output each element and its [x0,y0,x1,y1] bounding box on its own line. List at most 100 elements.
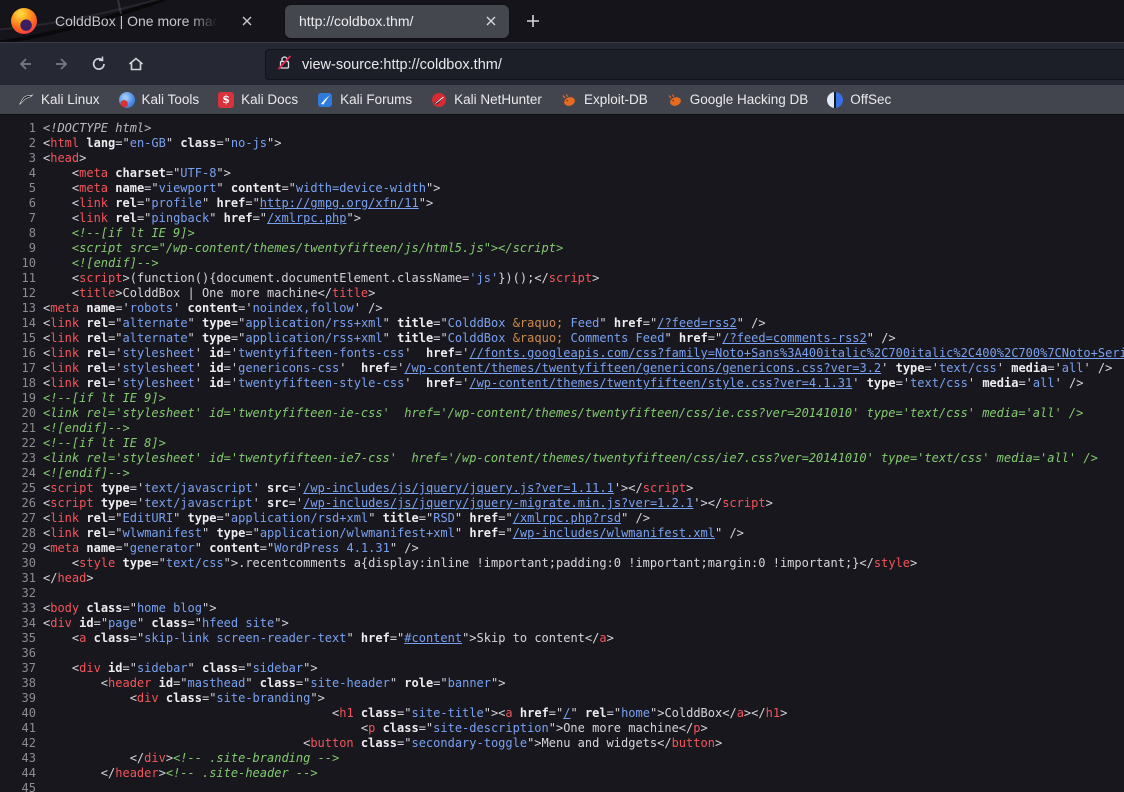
source-line: 40 <h1 class="site-title"><a href="/" re… [8,706,1124,721]
line-number: 12 [8,286,36,301]
line-number: 8 [8,226,36,241]
source-line: 9 <script src="/wp-content/themes/twenty… [8,241,1124,256]
source-link[interactable]: //fonts.googleapis.com/css?family=Noto+S… [469,346,1124,360]
bookmark-kali-forums[interactable]: Kali Forums [308,88,422,112]
kali-linux-icon [18,92,34,108]
bookmarks-toolbar: Kali Linux Kali Tools $ Kali Docs Kali F… [0,85,1124,115]
line-number: 35 [8,631,36,646]
line-number: 17 [8,361,36,376]
source-line: 24<![endif]--> [8,466,1124,481]
source-link[interactable]: /wp-includes/js/jquery/jquery-migrate.mi… [303,496,693,510]
source-line: 42 <button class="secondary-toggle">Menu… [8,736,1124,751]
home-button[interactable] [121,49,151,79]
url-input[interactable]: view-source:http://coldbox.thm/ [302,57,502,73]
bookmark-exploit-db[interactable]: Exploit-DB [552,88,658,112]
tab-bar: ColddBox | One more machine http://coldb… [0,0,1124,42]
source-line: 16<link rel='stylesheet' id='twentyfifte… [8,346,1124,361]
line-number: 29 [8,541,36,556]
line-number: 36 [8,646,36,661]
source-line: 20<link rel='stylesheet' id='twentyfifte… [8,406,1124,421]
bookmark-label: Kali Forums [340,92,412,107]
line-number: 3 [8,151,36,166]
line-number: 16 [8,346,36,361]
source-line: 6 <link rel="profile" href="http://gmpg.… [8,196,1124,211]
bookmark-kali-tools[interactable]: Kali Tools [110,88,210,112]
line-number: 4 [8,166,36,181]
line-number: 15 [8,331,36,346]
source-line: 30 <style type="text/css">.recentcomment… [8,556,1124,571]
source-line: 13<meta name='robots' content='noindex,f… [8,301,1124,316]
line-number: 5 [8,181,36,196]
line-number: 26 [8,496,36,511]
source-line: 19<!--[if lt IE 9]> [8,391,1124,406]
line-number: 30 [8,556,36,571]
close-tab-icon[interactable] [235,9,259,33]
source-line: 43 </div><!-- .site-branding --> [8,751,1124,766]
line-number: 34 [8,616,36,631]
line-number: 13 [8,301,36,316]
line-number: 14 [8,316,36,331]
line-number: 25 [8,481,36,496]
bookmark-kali-linux[interactable]: Kali Linux [9,88,110,112]
close-tab-icon[interactable] [479,9,503,33]
source-line: 26<script type='text/javascript' src='/w… [8,496,1124,511]
tab-coldbox-page[interactable]: ColddBox | One more machine [55,4,277,38]
kali-nethunter-icon [431,92,447,108]
source-link[interactable]: http://gmpg.org/xfn/11 [260,196,419,210]
insecure-lock-icon[interactable] [276,54,293,76]
new-tab-button[interactable] [521,9,545,33]
source-line: 12 <title>ColddBox | One more machine</t… [8,286,1124,301]
source-line: 28<link rel="wlwmanifest" type="applicat… [8,526,1124,541]
source-line: 38 <header id="masthead" class="site-hea… [8,676,1124,691]
line-number: 41 [8,721,36,736]
source-line: 8 <!--[if lt IE 9]> [8,226,1124,241]
source-line: 27<link rel="EditURI" type="application/… [8,511,1124,526]
source-line: 5 <meta name="viewport" content="width=d… [8,181,1124,196]
back-button[interactable] [10,49,40,79]
exploit-db-icon [561,92,577,108]
source-view[interactable]: 1<!DOCTYPE html>2<html lang="en-GB" clas… [0,115,1124,792]
bookmark-label: Exploit-DB [584,92,648,107]
line-number: 39 [8,691,36,706]
bookmark-google-hacking-db[interactable]: Google Hacking DB [658,88,819,112]
source-line: 3<head> [8,151,1124,166]
firefox-logo-icon [11,8,37,34]
bookmark-kali-nethunter[interactable]: Kali NetHunter [422,88,552,112]
line-number: 10 [8,256,36,271]
forward-button[interactable] [47,49,77,79]
source-link[interactable]: /?feed=rss2 [657,316,736,330]
tab-title: ColddBox | One more machine [55,13,223,29]
url-bar[interactable]: view-source:http://coldbox.thm/ [265,49,1124,80]
source-link[interactable]: /wp-includes/wlwmanifest.xml [513,526,715,540]
line-number: 40 [8,706,36,721]
source-link[interactable]: /?feed=comments-rss2 [722,331,867,345]
source-line: 39 <div class="site-branding"> [8,691,1124,706]
source-line: 37 <div id="sidebar" class="sidebar"> [8,661,1124,676]
source-link[interactable]: #content [404,631,462,645]
line-number: 19 [8,391,36,406]
source-link[interactable]: /xmlrpc.php?rsd [513,511,621,525]
bookmark-label: Kali Docs [241,92,298,107]
bookmark-offsec[interactable]: OffSec [818,88,901,112]
bookmark-kali-docs[interactable]: $ Kali Docs [209,88,308,112]
line-number: 21 [8,421,36,436]
source-link[interactable]: /wp-includes/js/jquery/jquery.js?ver=1.1… [303,481,614,495]
line-number: 23 [8,451,36,466]
line-number: 18 [8,376,36,391]
bookmark-label: OffSec [850,92,891,107]
reload-button[interactable] [84,49,114,79]
tab-title: http://coldbox.thm/ [299,13,413,29]
source-link[interactable]: /wp-content/themes/twentyfifteen/style.c… [469,376,852,390]
source-line: 1<!DOCTYPE html> [8,121,1124,136]
line-number: 27 [8,511,36,526]
line-number: 38 [8,676,36,691]
source-line: 18<link rel='stylesheet' id='twentyfifte… [8,376,1124,391]
source-link[interactable]: /wp-content/themes/twentyfifteen/generic… [404,361,881,375]
source-line: 31</head> [8,571,1124,586]
source-line: 29<meta name="generator" content="WordPr… [8,541,1124,556]
source-line: 23<link rel='stylesheet' id='twentyfifte… [8,451,1124,466]
source-link[interactable]: /xmlrpc.php [267,211,346,225]
line-number: 1 [8,121,36,136]
google-hacking-db-icon [667,92,683,108]
tab-view-source[interactable]: http://coldbox.thm/ [285,5,509,38]
